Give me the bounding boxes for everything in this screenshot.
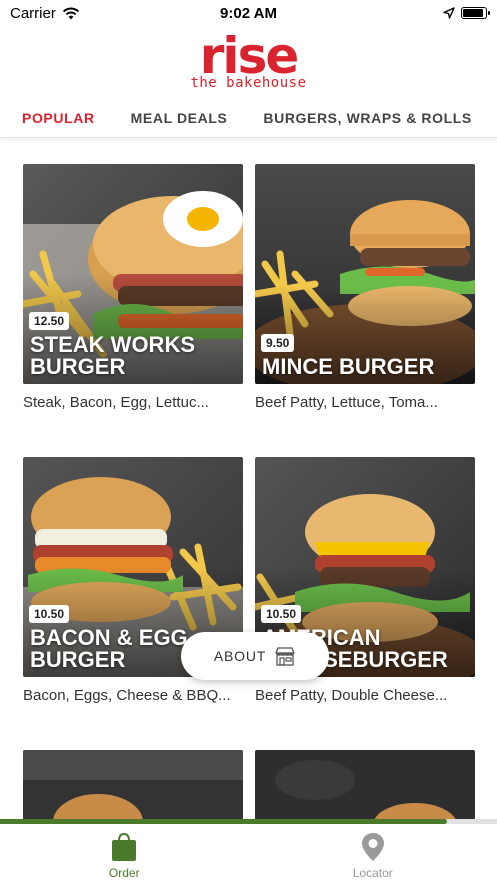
product-description: Beef Patty, Double Cheese...: [255, 687, 448, 704]
burger-photo: [23, 750, 243, 820]
battery-icon: [461, 7, 490, 19]
product-image[interactable]: 9.50 MINCE BURGER: [255, 164, 475, 384]
shopping-bag-icon: [112, 832, 137, 861]
nav-order[interactable]: Order: [0, 824, 249, 883]
status-right: [443, 7, 490, 19]
location-arrow-icon: [443, 7, 455, 19]
product-description: Steak, Bacon, Egg, Lettuc...: [23, 394, 209, 411]
price-badge: 10.50: [29, 605, 70, 623]
wifi-icon: [62, 7, 79, 19]
price-badge: 10.50: [261, 605, 302, 623]
product-image[interactable]: [23, 750, 243, 820]
brand-tagline: the bakehouse: [190, 75, 307, 91]
product-image[interactable]: [255, 750, 475, 820]
product-card[interactable]: [255, 750, 475, 820]
product-description: Bacon, Eggs, Cheese & BBQ...: [23, 687, 231, 704]
nav-locator-label: Locator: [352, 866, 393, 880]
location-pin-icon: [361, 833, 384, 861]
about-button[interactable]: ABOUT: [181, 632, 329, 680]
status-left: Carrier: [10, 5, 80, 22]
status-bar: Carrier 9:02 AM: [0, 0, 497, 26]
product-card[interactable]: [23, 750, 243, 820]
product-card[interactable]: 12.50 STEAK WORKS BURGER Steak, Bacon, E…: [23, 164, 243, 411]
tab-popular[interactable]: POPULAR: [22, 110, 95, 126]
nav-order-label: Order: [108, 866, 140, 880]
carrier-label: Carrier: [10, 4, 56, 22]
tab-meal-deals[interactable]: MEAL DEALS: [131, 110, 228, 126]
nav-locator[interactable]: Locator: [249, 824, 497, 883]
store-icon: [275, 647, 295, 666]
product-description: Beef Patty, Lettuce, Toma...: [255, 394, 438, 411]
brand-name: rise: [199, 27, 299, 85]
product-name: MINCE BURGER: [262, 354, 435, 379]
about-label: ABOUT: [213, 648, 267, 664]
bottom-nav: Order Locator: [0, 824, 497, 883]
product-image[interactable]: 12.50 STEAK WORKS BURGER: [23, 164, 243, 384]
price-badge: 9.50: [261, 334, 295, 352]
tab-burgers-wraps-rolls[interactable]: BURGERS, WRAPS & ROLLS: [263, 110, 471, 126]
burger-photo: [255, 750, 475, 820]
category-tabs: POPULAR MEAL DEALS BURGERS, WRAPS & ROLL…: [0, 98, 497, 138]
product-name: STEAK WORKS BURGER: [30, 332, 195, 379]
price-badge: 12.50: [29, 312, 70, 330]
brand-logo: rise the bakehouse: [0, 27, 497, 91]
product-card[interactable]: 9.50 MINCE BURGER Beef Patty, Lettuce, T…: [255, 164, 475, 411]
